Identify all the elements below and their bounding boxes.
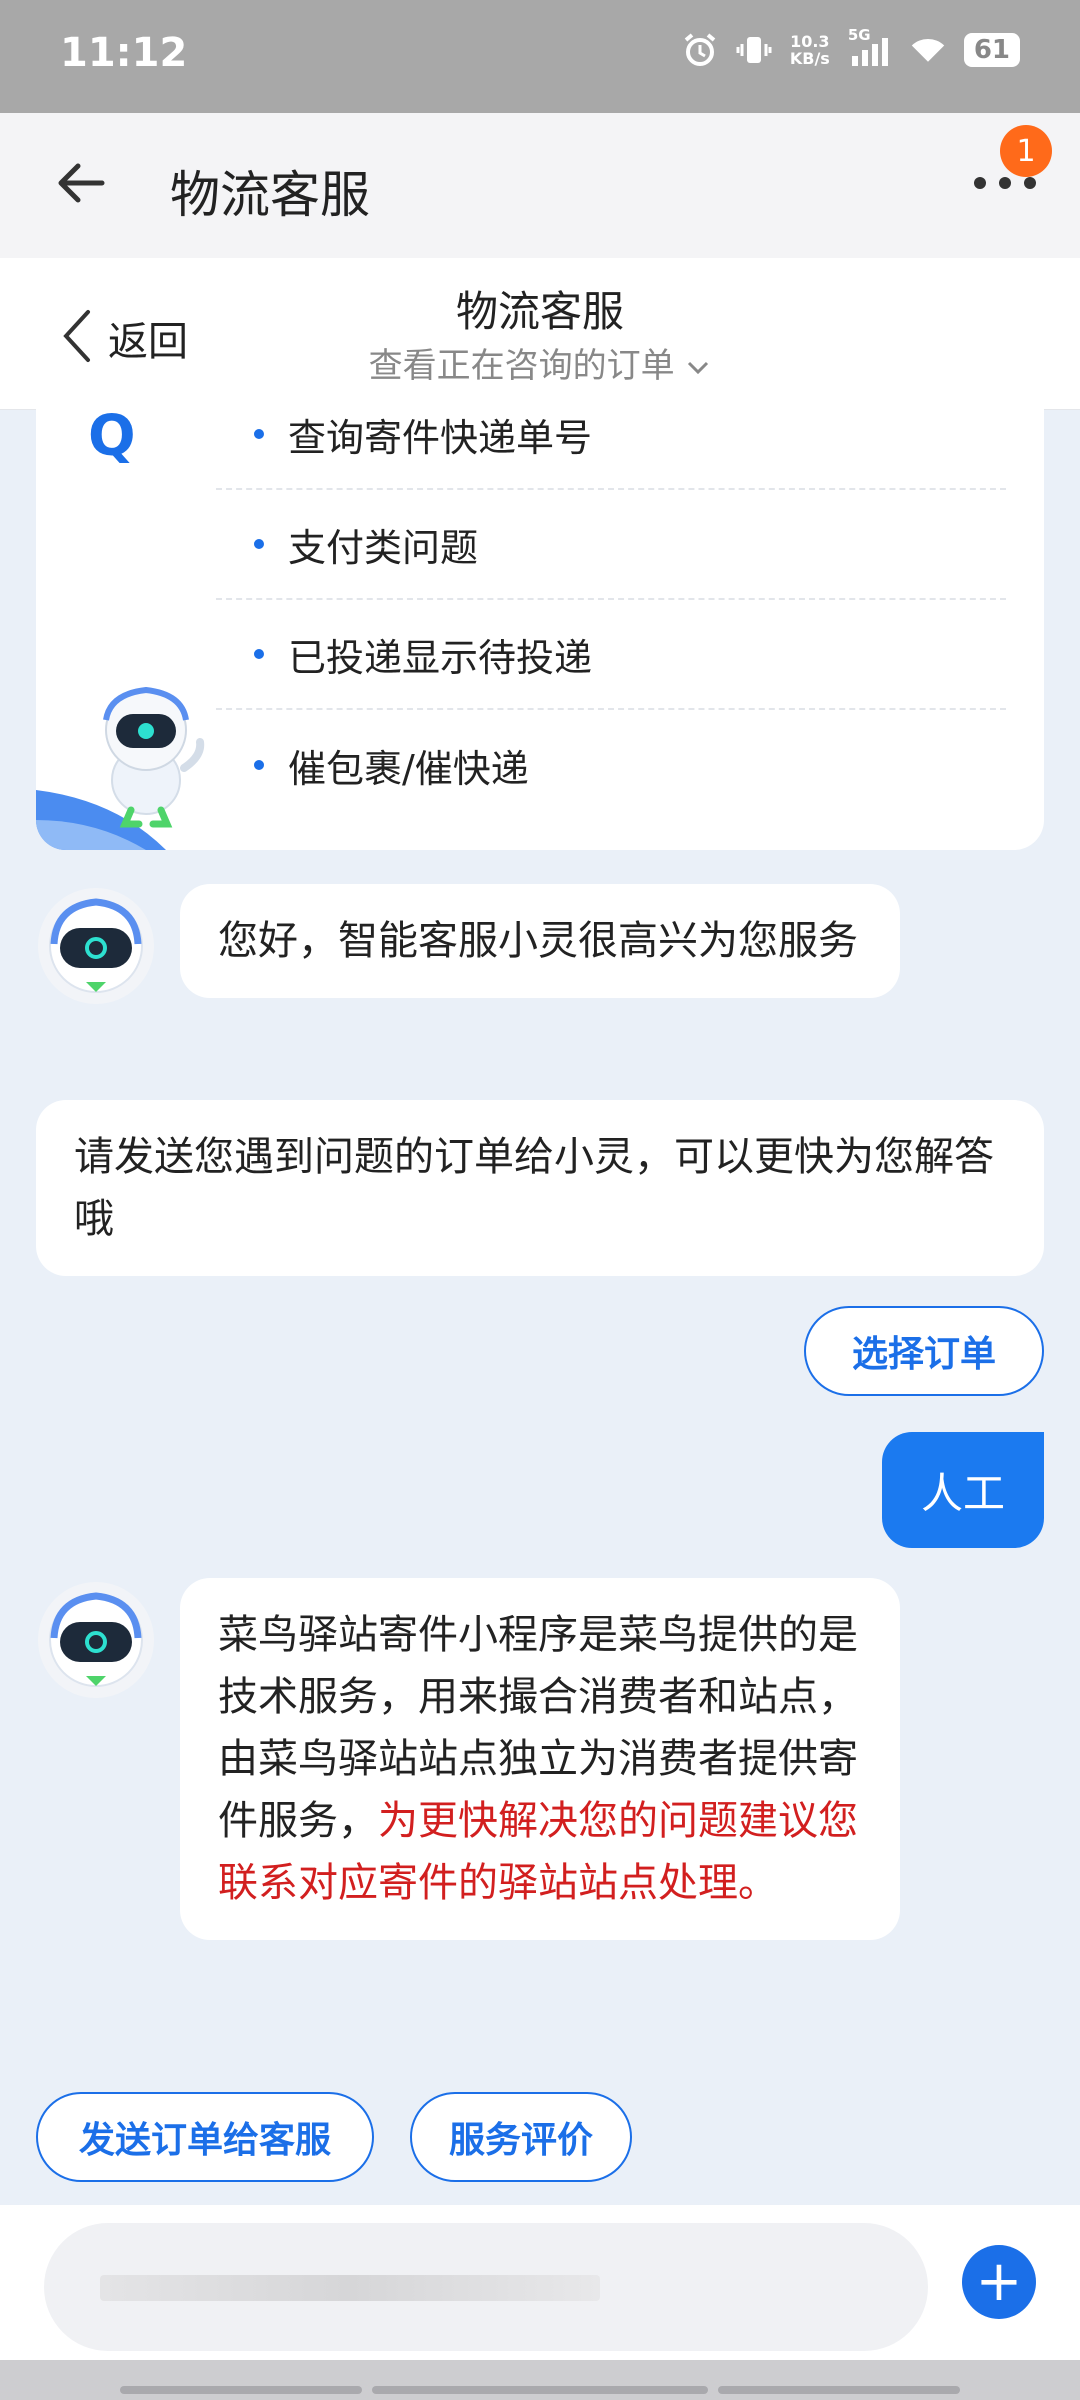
robot-avatar-icon [49,1592,143,1687]
message-input[interactable] [44,2223,928,2351]
status-icons: 10.3 KB/s 5G 61 [682,26,1020,68]
faq-card: Q 查询寄件快递单号 支付类问题 已投递显示待投递 催包裹/催快递 [36,380,1044,850]
faq-item[interactable]: 已投递显示待投递 [216,600,1006,710]
battery-indicator: 61 [963,33,1020,67]
bot-avatar [38,1582,154,1698]
rate-service-button[interactable]: 服务评价 [410,2092,632,2182]
faq-list: 查询寄件快递单号 支付类问题 已投递显示待投递 催包裹/催快递 [216,380,1006,820]
plus-icon[interactable]: + [962,2245,1036,2319]
send-order-button[interactable]: 发送订单给客服 [36,2092,374,2182]
input-bar: + [0,2205,1080,2360]
faq-item[interactable]: 查询寄件快递单号 [216,380,1006,490]
status-time: 11:12 [60,30,188,76]
user-message: 人工 [882,1432,1044,1548]
bot-message-greeting: 您好，智能客服小灵很高兴为您服务 [180,884,900,998]
bot-message-prompt: 请发送您遇到问题的订单给小灵，可以更快为您解答哦 [36,1100,1044,1276]
bot-message-reply: 菜鸟驿站寄件小程序是菜鸟提供的是技术服务，用来撮合消费者和站点，由菜鸟驿站站点独… [180,1578,900,1940]
network-type: 5G [847,26,871,44]
nav-handle[interactable] [718,2386,960,2394]
message-text: 请发送您遇到问题的订单给小灵，可以更快为您解答哦 [74,1134,994,1242]
robot-avatar-icon [49,898,143,993]
nav-handle[interactable] [120,2386,362,2394]
faq-q-mark: Q [88,404,136,469]
app-title: 物流客服 [170,166,370,224]
blurred-input-content [100,2275,600,2301]
bullet-icon [254,539,264,549]
bullet-icon [254,429,264,439]
alarm-icon [682,32,718,68]
back-arrow-icon[interactable] [52,153,112,213]
chevron-left-icon [60,306,94,370]
network-speed-value: 10.3 [790,32,830,51]
system-nav-bar [0,2360,1080,2400]
network-speed-unit: KB/s [789,49,830,68]
bot-avatar [38,888,154,1004]
status-bar: 11:12 10.3 KB/s 5G 61 [0,0,1080,113]
faq-item[interactable]: 支付类问题 [216,490,1006,600]
signal-icon: 5G [848,26,892,68]
faq-item-label: 查询寄件快递单号 [288,415,593,460]
faq-item[interactable]: 催包裹/催快递 [216,710,1006,820]
back-label: 返回 [108,319,188,365]
nav-handle[interactable] [372,2386,708,2394]
faq-item-label: 催包裹/催快递 [288,746,529,791]
faq-item-label: 已投递显示待投递 [288,635,593,680]
app-bar: 物流客服 1 [0,113,1080,258]
vibrate-icon [736,32,772,68]
notification-badge: 1 [1000,125,1052,177]
robot-mascot-icon [103,686,205,828]
select-order-button[interactable]: 选择订单 [804,1306,1044,1396]
bullet-icon [254,760,264,770]
bullet-icon [254,649,264,659]
faq-item-label: 支付类问题 [288,525,479,570]
message-text: 您好，智能客服小灵很高兴为您服务 [218,918,858,964]
network-speed: 10.3 KB/s [790,33,830,67]
wifi-icon [910,32,946,68]
back-button[interactable]: 返回 [60,306,188,370]
